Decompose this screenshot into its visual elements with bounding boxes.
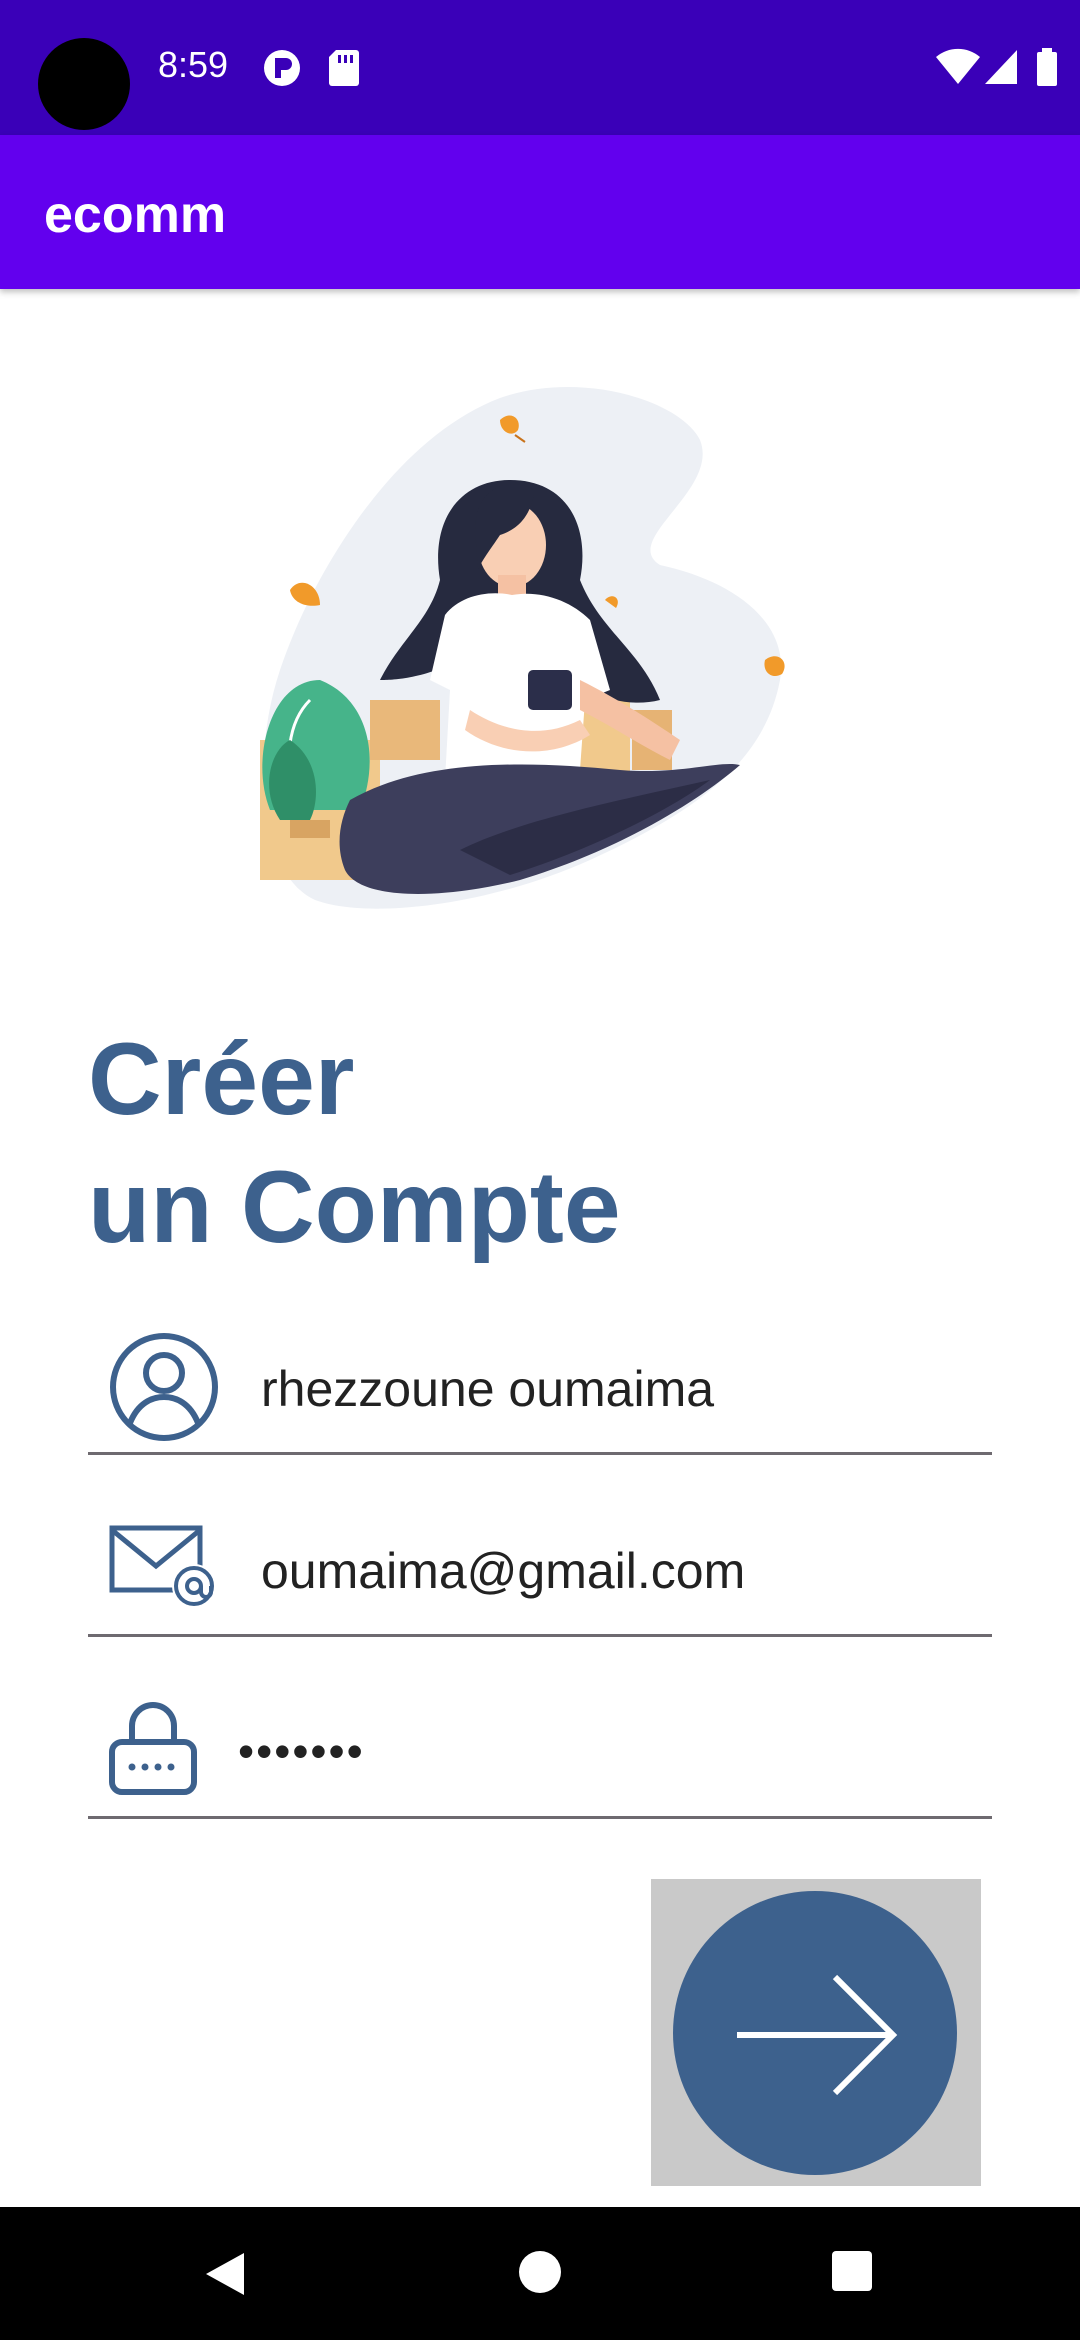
status-time: 8:59: [158, 44, 229, 85]
p-badge-icon: [264, 50, 300, 86]
page-title: Créer un Compte: [88, 1015, 988, 1271]
email-icon: [109, 1525, 216, 1608]
page-title-line1: Créer: [88, 1022, 355, 1136]
password-input[interactable]: •••••••: [238, 1724, 365, 1778]
signal-icon: [985, 50, 1017, 84]
app-bar: ecomm: [0, 135, 1080, 289]
page-title-line2: un Compte: [88, 1150, 621, 1264]
sd-card-icon: [329, 50, 359, 86]
navigation-bar: [0, 2207, 1080, 2340]
email-field[interactable]: oumaima@gmail.com: [88, 1504, 992, 1637]
back-icon[interactable]: [202, 2249, 248, 2299]
recents-icon[interactable]: [830, 2249, 874, 2293]
name-field[interactable]: rhezzoune oumaima: [88, 1322, 992, 1455]
home-icon[interactable]: [517, 2249, 563, 2295]
lock-icon: [109, 1702, 197, 1795]
password-field[interactable]: •••••••: [88, 1686, 992, 1819]
battery-icon: [1037, 48, 1057, 86]
next-button[interactable]: [673, 1891, 957, 2175]
name-input[interactable]: rhezzoune oumaima: [261, 1360, 714, 1418]
email-input[interactable]: oumaima@gmail.com: [261, 1542, 745, 1600]
camera-cutout: [38, 38, 130, 130]
arrow-right-icon: [737, 1974, 898, 2096]
user-icon: [110, 1333, 218, 1441]
wifi-icon: [936, 48, 980, 84]
status-bar: 8:59: [0, 0, 1080, 135]
hero-illustration: [260, 387, 785, 909]
app-title: ecomm: [44, 186, 227, 244]
next-button-container[interactable]: [651, 1879, 981, 2186]
